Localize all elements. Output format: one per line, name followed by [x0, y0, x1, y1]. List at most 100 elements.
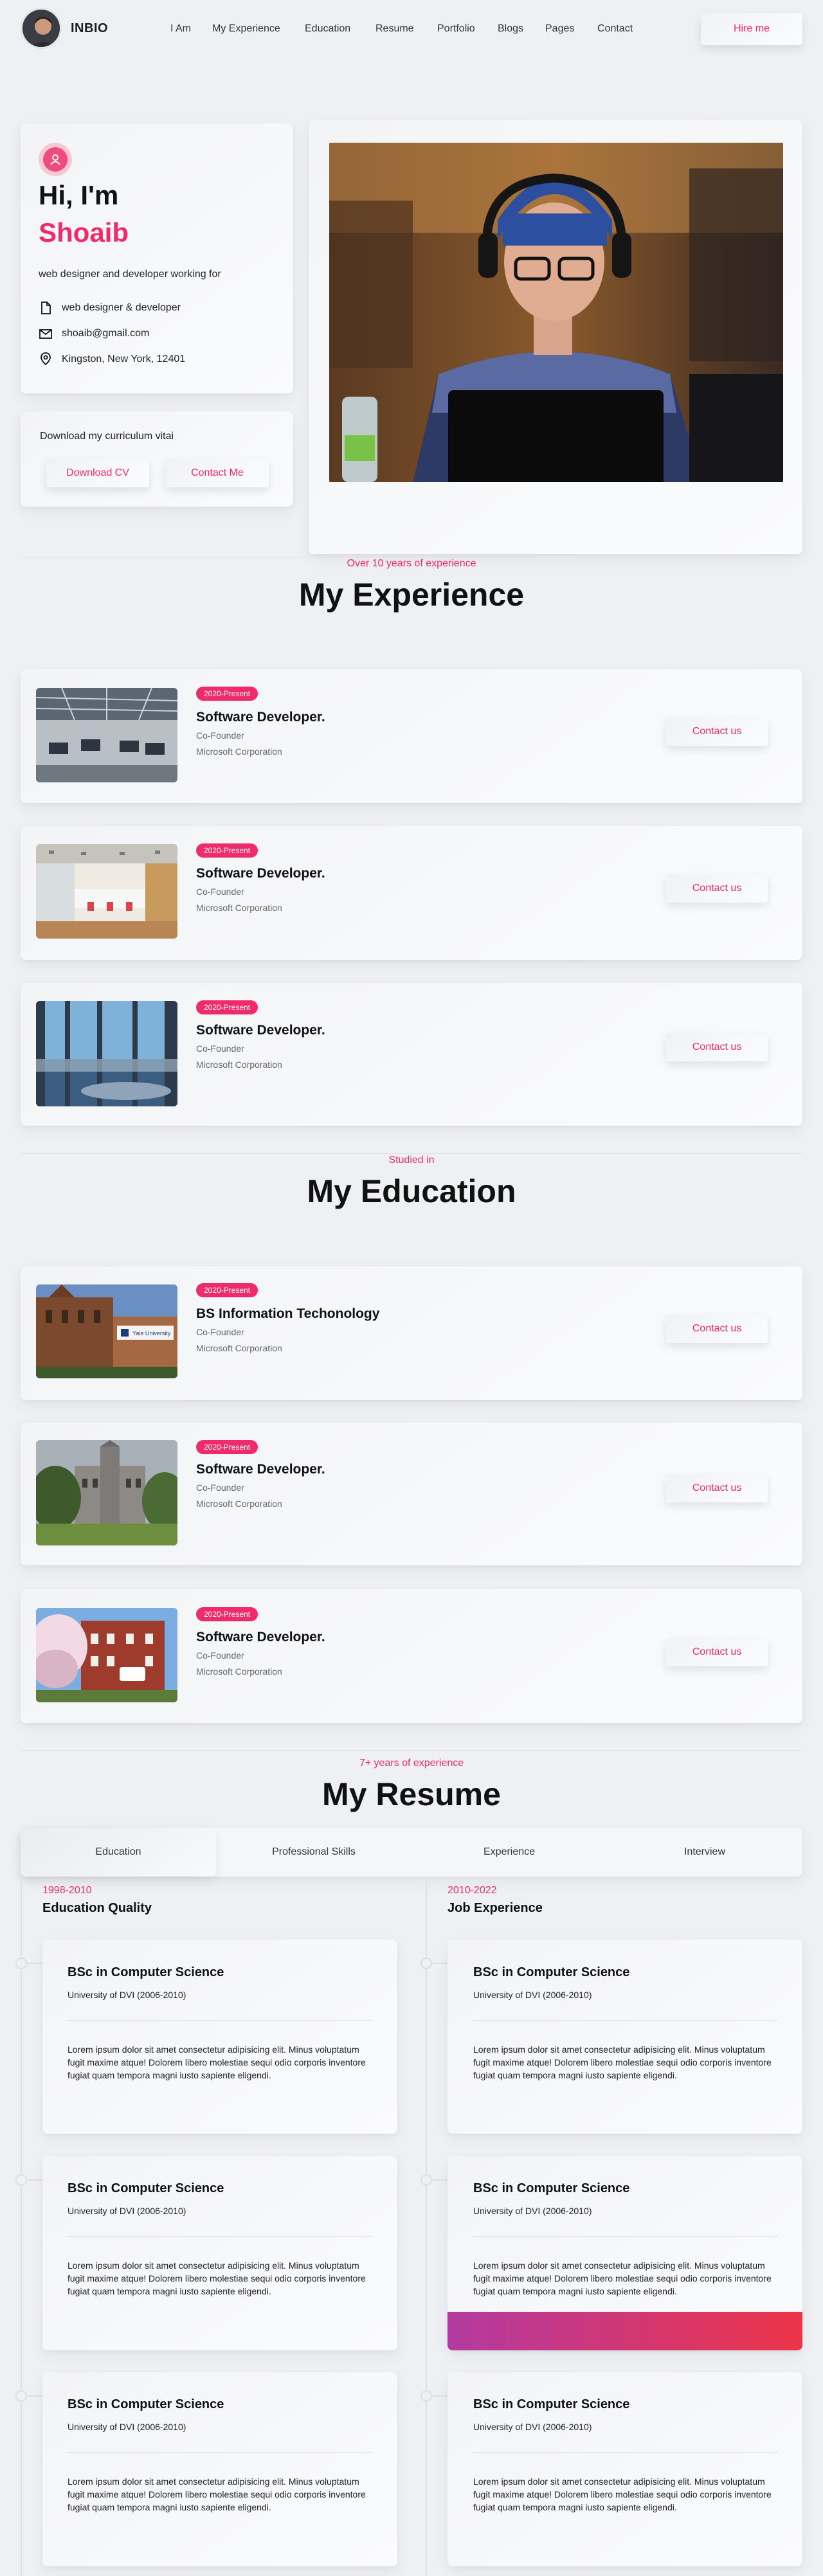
experience-title-text: Software Developer. — [196, 710, 325, 725]
resume-card-title: BSc in Computer Science — [473, 2181, 630, 2195]
resume-card-body: Lorem ipsum dolor sit amet consectetur a… — [68, 2044, 366, 2080]
nav-education[interactable]: Education — [305, 23, 350, 35]
yale-sign-text: Yale University — [132, 1330, 171, 1337]
experience-company: Microsoft Corporation — [196, 1059, 282, 1070]
resume-card-university: University of DVI (2006-2010) — [68, 2422, 186, 2432]
resume-title: My Resume — [322, 1776, 501, 1812]
mail-icon — [39, 327, 53, 341]
nav-contact[interactable]: Contact — [597, 23, 633, 35]
info-location: Kingston, New York, 12401 — [62, 354, 186, 365]
date-badge: 2020-Present — [196, 843, 258, 858]
timeline-dot — [421, 1958, 432, 1969]
date-badge: 2020-Present — [196, 1607, 258, 1621]
file-icon — [39, 301, 53, 315]
resume-left-heading: Education Quality — [42, 1901, 152, 1915]
education-role: Co-Founder — [196, 1482, 244, 1493]
education-role: Co-Founder — [196, 1650, 244, 1661]
resume-card-title: BSc in Computer Science — [68, 2397, 224, 2411]
nav-resume[interactable]: Resume — [375, 23, 414, 35]
timeline-dot — [15, 1958, 27, 1969]
cv-label: Download my curriculum vitai — [40, 431, 174, 442]
experience-subtitle: Over 10 years of experience — [347, 558, 476, 569]
resume-right-date: 2010-2022 — [448, 1885, 497, 1896]
tab-experience[interactable]: Experience — [412, 1828, 607, 1877]
resume-subtitle: 7+ years of experience — [359, 1758, 464, 1769]
education-company: Microsoft Corporation — [196, 1666, 282, 1677]
resume-left-date: 1998-2010 — [42, 1885, 92, 1896]
tab-interview[interactable]: Interview — [607, 1828, 802, 1877]
experience-image-meeting-room — [36, 844, 177, 939]
education-title-text: BS Information Techonology — [196, 1306, 380, 1321]
greeting: Hi, I'm — [39, 180, 119, 210]
card-hover-gradient — [448, 2312, 802, 2350]
date-badge: 2020-Present — [196, 1000, 258, 1014]
contact-us-button[interactable]: Contact us — [666, 1474, 768, 1502]
resume-card-university: University of DVI (2006-2010) — [473, 1990, 592, 2000]
resume-card-divider — [68, 2020, 372, 2021]
timeline-line — [426, 1877, 427, 2576]
timeline-dot — [421, 2174, 432, 2186]
user-icon — [43, 147, 68, 172]
site-header: INBIO I Am My Experience Education Resum… — [0, 0, 823, 58]
experience-role: Co-Founder — [196, 1043, 244, 1054]
contact-us-button[interactable]: Contact us — [666, 717, 768, 746]
education-company: Microsoft Corporation — [196, 1499, 282, 1509]
hero-name: Shoaib — [39, 217, 129, 248]
education-image-yale: Yale University — [36, 1284, 177, 1378]
intro-text: web designer and developer working for — [39, 269, 221, 280]
hire-me-button[interactable]: Hire me — [701, 13, 802, 45]
experience-image-glass-office — [36, 1001, 177, 1106]
experience-image-office — [36, 688, 177, 782]
timeline-dot — [15, 2390, 27, 2402]
education-image-brick-hall — [36, 1608, 177, 1702]
resume-card-divider — [473, 2020, 778, 2021]
experience-title-text: Software Developer. — [196, 1023, 325, 1038]
resume-card-divider — [473, 2452, 778, 2453]
site-logo[interactable]: INBIO — [71, 21, 108, 36]
contact-us-button[interactable]: Contact us — [666, 1315, 768, 1343]
info-email[interactable]: shoaib@gmail.com — [62, 328, 149, 339]
download-cv-button[interactable]: Download CV — [46, 459, 149, 487]
resume-card-university: University of DVI (2006-2010) — [68, 1990, 186, 2000]
resume-card-divider — [68, 2452, 372, 2453]
education-subtitle: Studied in — [388, 1155, 435, 1166]
resume-card-university: University of DVI (2006-2010) — [473, 2206, 592, 2216]
avatar[interactable] — [21, 8, 62, 49]
resume-card-body: Lorem ipsum dolor sit amet consectetur a… — [473, 2260, 772, 2296]
resume-card-body: Lorem ipsum dolor sit amet consectetur a… — [68, 2476, 366, 2512]
resume-card-title: BSc in Computer Science — [68, 2181, 224, 2195]
experience-company: Microsoft Corporation — [196, 903, 282, 913]
resume-card-divider — [68, 2236, 372, 2237]
contact-us-button[interactable]: Contact us — [666, 1033, 768, 1061]
resume-card-university: University of DVI (2006-2010) — [473, 2422, 592, 2432]
contact-us-button[interactable]: Contact us — [666, 874, 768, 903]
education-title-text: Software Developer. — [196, 1462, 325, 1477]
nav-pages[interactable]: Pages — [545, 23, 574, 35]
nav-blogs[interactable]: Blogs — [498, 23, 523, 35]
location-icon — [39, 352, 53, 366]
tab-professional-skills[interactable]: Professional Skills — [216, 1828, 412, 1877]
nav-i-am[interactable]: I Am — [170, 23, 191, 35]
resume-card-body: Lorem ipsum dolor sit amet consectetur a… — [473, 2476, 772, 2512]
date-badge: 2020-Present — [196, 1440, 258, 1454]
contact-me-button[interactable]: Contact Me — [166, 459, 269, 487]
education-role: Co-Founder — [196, 1327, 244, 1337]
contact-us-button[interactable]: Contact us — [666, 1638, 768, 1666]
date-badge: 2020-Present — [196, 1283, 258, 1297]
resume-card-divider — [473, 2236, 778, 2237]
resume-card-body: Lorem ipsum dolor sit amet consectetur a… — [473, 2044, 772, 2080]
section-divider — [21, 1750, 802, 1751]
experience-role: Co-Founder — [196, 730, 244, 741]
timeline-line — [21, 1877, 22, 2576]
tab-education[interactable]: Education — [21, 1828, 216, 1877]
timeline-dot — [421, 2390, 432, 2402]
experience-title: My Experience — [298, 577, 525, 613]
resume-card-title: BSc in Computer Science — [473, 1965, 630, 1979]
nav-portfolio[interactable]: Portfolio — [437, 23, 475, 35]
hero-photo — [329, 143, 783, 482]
nav-my-experience[interactable]: My Experience — [212, 23, 280, 35]
info-role: web designer & developer — [62, 302, 181, 313]
resume-card-title: BSc in Computer Science — [68, 1965, 224, 1979]
education-title: My Education — [307, 1173, 516, 1209]
resume-card-body: Lorem ipsum dolor sit amet consectetur a… — [68, 2260, 366, 2296]
